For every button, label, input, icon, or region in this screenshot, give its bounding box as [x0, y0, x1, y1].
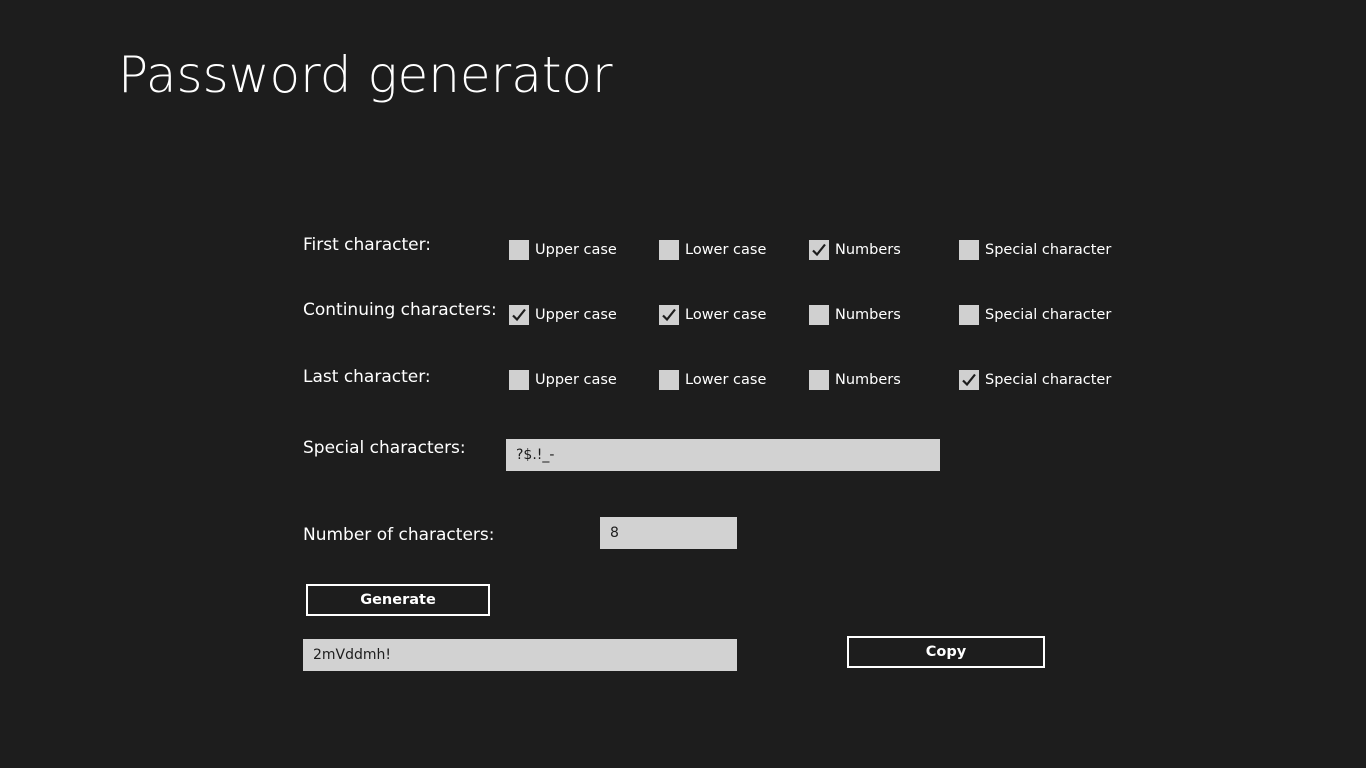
checkbox-label: Special character [985, 242, 1112, 258]
first-character-label: First character: [303, 235, 432, 255]
last-upper-case-checkbox[interactable]: Upper case [509, 369, 617, 391]
continuing-special-character-checkbox[interactable]: Special character [959, 304, 1111, 326]
checkbox-label: Numbers [835, 242, 901, 258]
last-lower-case-checkbox[interactable]: Lower case [659, 369, 766, 391]
checkmark-icon [962, 373, 976, 387]
checkbox-box[interactable] [959, 305, 979, 325]
checkmark-icon [512, 308, 526, 322]
number-of-characters-label: Number of characters: [303, 525, 495, 545]
checkbox-label: Upper case [535, 372, 617, 388]
checkbox-label: Special character [985, 372, 1112, 388]
last-special-character-checkbox[interactable]: Special character [959, 369, 1111, 391]
continuing-characters-label: Continuing characters: [303, 300, 497, 320]
checkbox-box[interactable] [809, 305, 829, 325]
first-special-character-checkbox[interactable]: Special character [959, 239, 1111, 261]
checkbox-label: Lower case [685, 372, 767, 388]
checkmark-icon [812, 243, 826, 257]
continuing-numbers-checkbox[interactable]: Numbers [809, 304, 901, 326]
checkbox-box[interactable] [509, 370, 529, 390]
checkbox-box[interactable] [509, 305, 529, 325]
checkbox-label: Lower case [685, 242, 767, 258]
last-character-label: Last character: [303, 367, 431, 387]
copy-button[interactable]: Copy [847, 636, 1045, 668]
checkbox-label: Lower case [685, 307, 767, 323]
continuing-lower-case-checkbox[interactable]: Lower case [659, 304, 766, 326]
number-of-characters-input[interactable]: 8 [600, 517, 737, 549]
continuing-upper-case-checkbox[interactable]: Upper case [509, 304, 617, 326]
checkbox-box[interactable] [959, 240, 979, 260]
checkbox-box[interactable] [659, 370, 679, 390]
checkbox-label: Upper case [535, 242, 617, 258]
checkbox-label: Upper case [535, 307, 617, 323]
checkmark-icon [662, 308, 676, 322]
generated-password-field[interactable]: 2mVddmh! [303, 639, 737, 671]
first-upper-case-checkbox[interactable]: Upper case [509, 239, 617, 261]
checkbox-label: Special character [985, 307, 1112, 323]
generate-button[interactable]: Generate [306, 584, 490, 616]
checkbox-box[interactable] [509, 240, 529, 260]
first-numbers-checkbox[interactable]: Numbers [809, 239, 901, 261]
checkbox-box[interactable] [959, 370, 979, 390]
checkbox-box[interactable] [659, 305, 679, 325]
special-characters-input[interactable]: ?$.!_- [506, 439, 940, 471]
checkbox-label: Numbers [835, 372, 901, 388]
page-title: Password generator [118, 46, 613, 104]
last-numbers-checkbox[interactable]: Numbers [809, 369, 901, 391]
checkbox-label: Numbers [835, 307, 901, 323]
special-characters-label: Special characters: [303, 438, 466, 458]
checkbox-box[interactable] [659, 240, 679, 260]
checkbox-box[interactable] [809, 240, 829, 260]
first-lower-case-checkbox[interactable]: Lower case [659, 239, 766, 261]
checkbox-box[interactable] [809, 370, 829, 390]
